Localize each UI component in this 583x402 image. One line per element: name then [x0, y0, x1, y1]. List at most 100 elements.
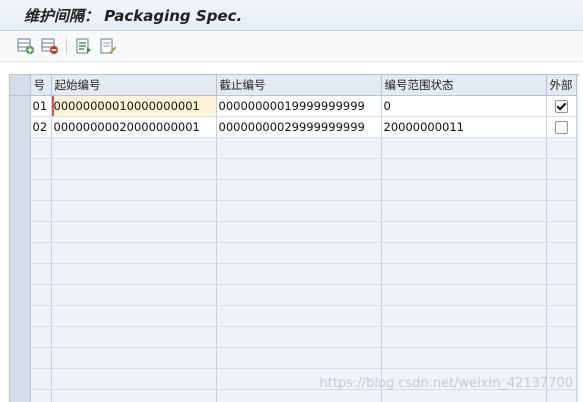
row-selector[interactable]: [10, 243, 30, 264]
empty-cell[interactable]: [381, 222, 546, 243]
empty-cell[interactable]: [381, 285, 546, 306]
range-status-cell[interactable]: 20000000011: [381, 117, 546, 138]
empty-cell[interactable]: [216, 138, 381, 159]
row-selector[interactable]: [10, 390, 30, 402]
row-selector[interactable]: [10, 222, 30, 243]
row-selector[interactable]: [10, 285, 30, 306]
empty-cell[interactable]: [30, 138, 51, 159]
empty-cell[interactable]: [381, 180, 546, 201]
empty-cell[interactable]: [216, 285, 381, 306]
empty-cell[interactable]: [30, 348, 51, 369]
to-number-cell[interactable]: 00000000029999999999: [216, 117, 381, 138]
external-checkbox[interactable]: [555, 100, 568, 113]
empty-cell[interactable]: [546, 348, 576, 369]
empty-cell[interactable]: [546, 243, 576, 264]
empty-cell[interactable]: [51, 159, 216, 180]
empty-cell[interactable]: [51, 264, 216, 285]
empty-cell[interactable]: [51, 369, 216, 390]
empty-cell[interactable]: [216, 201, 381, 222]
empty-cell[interactable]: [51, 222, 216, 243]
empty-cell[interactable]: [30, 159, 51, 180]
range-status-cell[interactable]: 0: [381, 96, 546, 117]
empty-cell[interactable]: [546, 138, 576, 159]
row-selector[interactable]: [10, 306, 30, 327]
row-selector[interactable]: [10, 369, 30, 390]
row-selector[interactable]: [10, 117, 30, 138]
change-icon[interactable]: [98, 36, 118, 56]
empty-cell[interactable]: [546, 306, 576, 327]
empty-cell[interactable]: [381, 390, 546, 402]
empty-cell[interactable]: [381, 306, 546, 327]
empty-cell[interactable]: [30, 264, 51, 285]
empty-cell[interactable]: [381, 159, 546, 180]
empty-cell[interactable]: [51, 285, 216, 306]
empty-cell[interactable]: [30, 369, 51, 390]
empty-cell[interactable]: [51, 243, 216, 264]
interval-number-cell[interactable]: 01: [30, 96, 51, 117]
empty-cell[interactable]: [381, 348, 546, 369]
col-header-to-number[interactable]: 截止编号: [216, 75, 381, 96]
empty-cell[interactable]: [216, 327, 381, 348]
empty-cell[interactable]: [51, 327, 216, 348]
empty-cell[interactable]: [51, 390, 216, 402]
empty-cell[interactable]: [51, 306, 216, 327]
empty-cell[interactable]: [216, 390, 381, 402]
empty-cell[interactable]: [30, 222, 51, 243]
empty-cell[interactable]: [546, 159, 576, 180]
empty-cell[interactable]: [51, 201, 216, 222]
empty-cell[interactable]: [216, 243, 381, 264]
empty-cell[interactable]: [216, 348, 381, 369]
add-row-icon[interactable]: [16, 36, 36, 56]
empty-cell[interactable]: [30, 327, 51, 348]
empty-cell[interactable]: [381, 138, 546, 159]
empty-row: [10, 390, 576, 402]
col-header-external[interactable]: 外部: [546, 75, 576, 96]
row-selector-header[interactable]: [10, 75, 30, 96]
col-header-range-status[interactable]: 编号范围状态: [381, 75, 546, 96]
empty-cell[interactable]: [30, 306, 51, 327]
row-selector[interactable]: [10, 327, 30, 348]
to-number-cell[interactable]: 00000000019999999999: [216, 96, 381, 117]
empty-cell[interactable]: [381, 327, 546, 348]
interval-number-cell[interactable]: 02: [30, 117, 51, 138]
empty-cell[interactable]: [30, 243, 51, 264]
empty-cell[interactable]: [546, 285, 576, 306]
empty-cell[interactable]: [546, 222, 576, 243]
row-selector[interactable]: [10, 264, 30, 285]
empty-cell[interactable]: [30, 390, 51, 402]
empty-cell[interactable]: [381, 201, 546, 222]
title-bar: 维护间隔： Packaging Spec.: [0, 0, 583, 31]
from-number-cell[interactable]: 00000000010000000001: [51, 96, 216, 117]
empty-cell[interactable]: [216, 306, 381, 327]
row-selector[interactable]: [10, 180, 30, 201]
empty-row: [10, 138, 576, 159]
empty-cell[interactable]: [216, 222, 381, 243]
empty-cell[interactable]: [546, 180, 576, 201]
from-number-cell[interactable]: 00000000020000000001: [51, 117, 216, 138]
empty-cell[interactable]: [30, 201, 51, 222]
empty-cell[interactable]: [216, 159, 381, 180]
empty-cell[interactable]: [546, 201, 576, 222]
row-selector[interactable]: [10, 159, 30, 180]
empty-cell[interactable]: [30, 180, 51, 201]
col-header-from-number[interactable]: 起始编号: [51, 75, 216, 96]
empty-cell[interactable]: [546, 264, 576, 285]
empty-cell[interactable]: [381, 243, 546, 264]
details-icon[interactable]: [74, 36, 94, 56]
external-checkbox[interactable]: [555, 121, 568, 134]
empty-cell[interactable]: [546, 390, 576, 402]
empty-cell[interactable]: [51, 180, 216, 201]
delete-row-icon[interactable]: [40, 36, 60, 56]
empty-cell[interactable]: [381, 264, 546, 285]
row-selector[interactable]: [10, 348, 30, 369]
empty-cell[interactable]: [51, 348, 216, 369]
empty-cell[interactable]: [216, 180, 381, 201]
empty-cell[interactable]: [51, 138, 216, 159]
col-header-no[interactable]: 号: [30, 75, 51, 96]
empty-cell[interactable]: [30, 285, 51, 306]
row-selector[interactable]: [10, 138, 30, 159]
empty-cell[interactable]: [546, 327, 576, 348]
row-selector[interactable]: [10, 201, 30, 222]
row-selector[interactable]: [10, 96, 30, 117]
empty-cell[interactable]: [216, 264, 381, 285]
